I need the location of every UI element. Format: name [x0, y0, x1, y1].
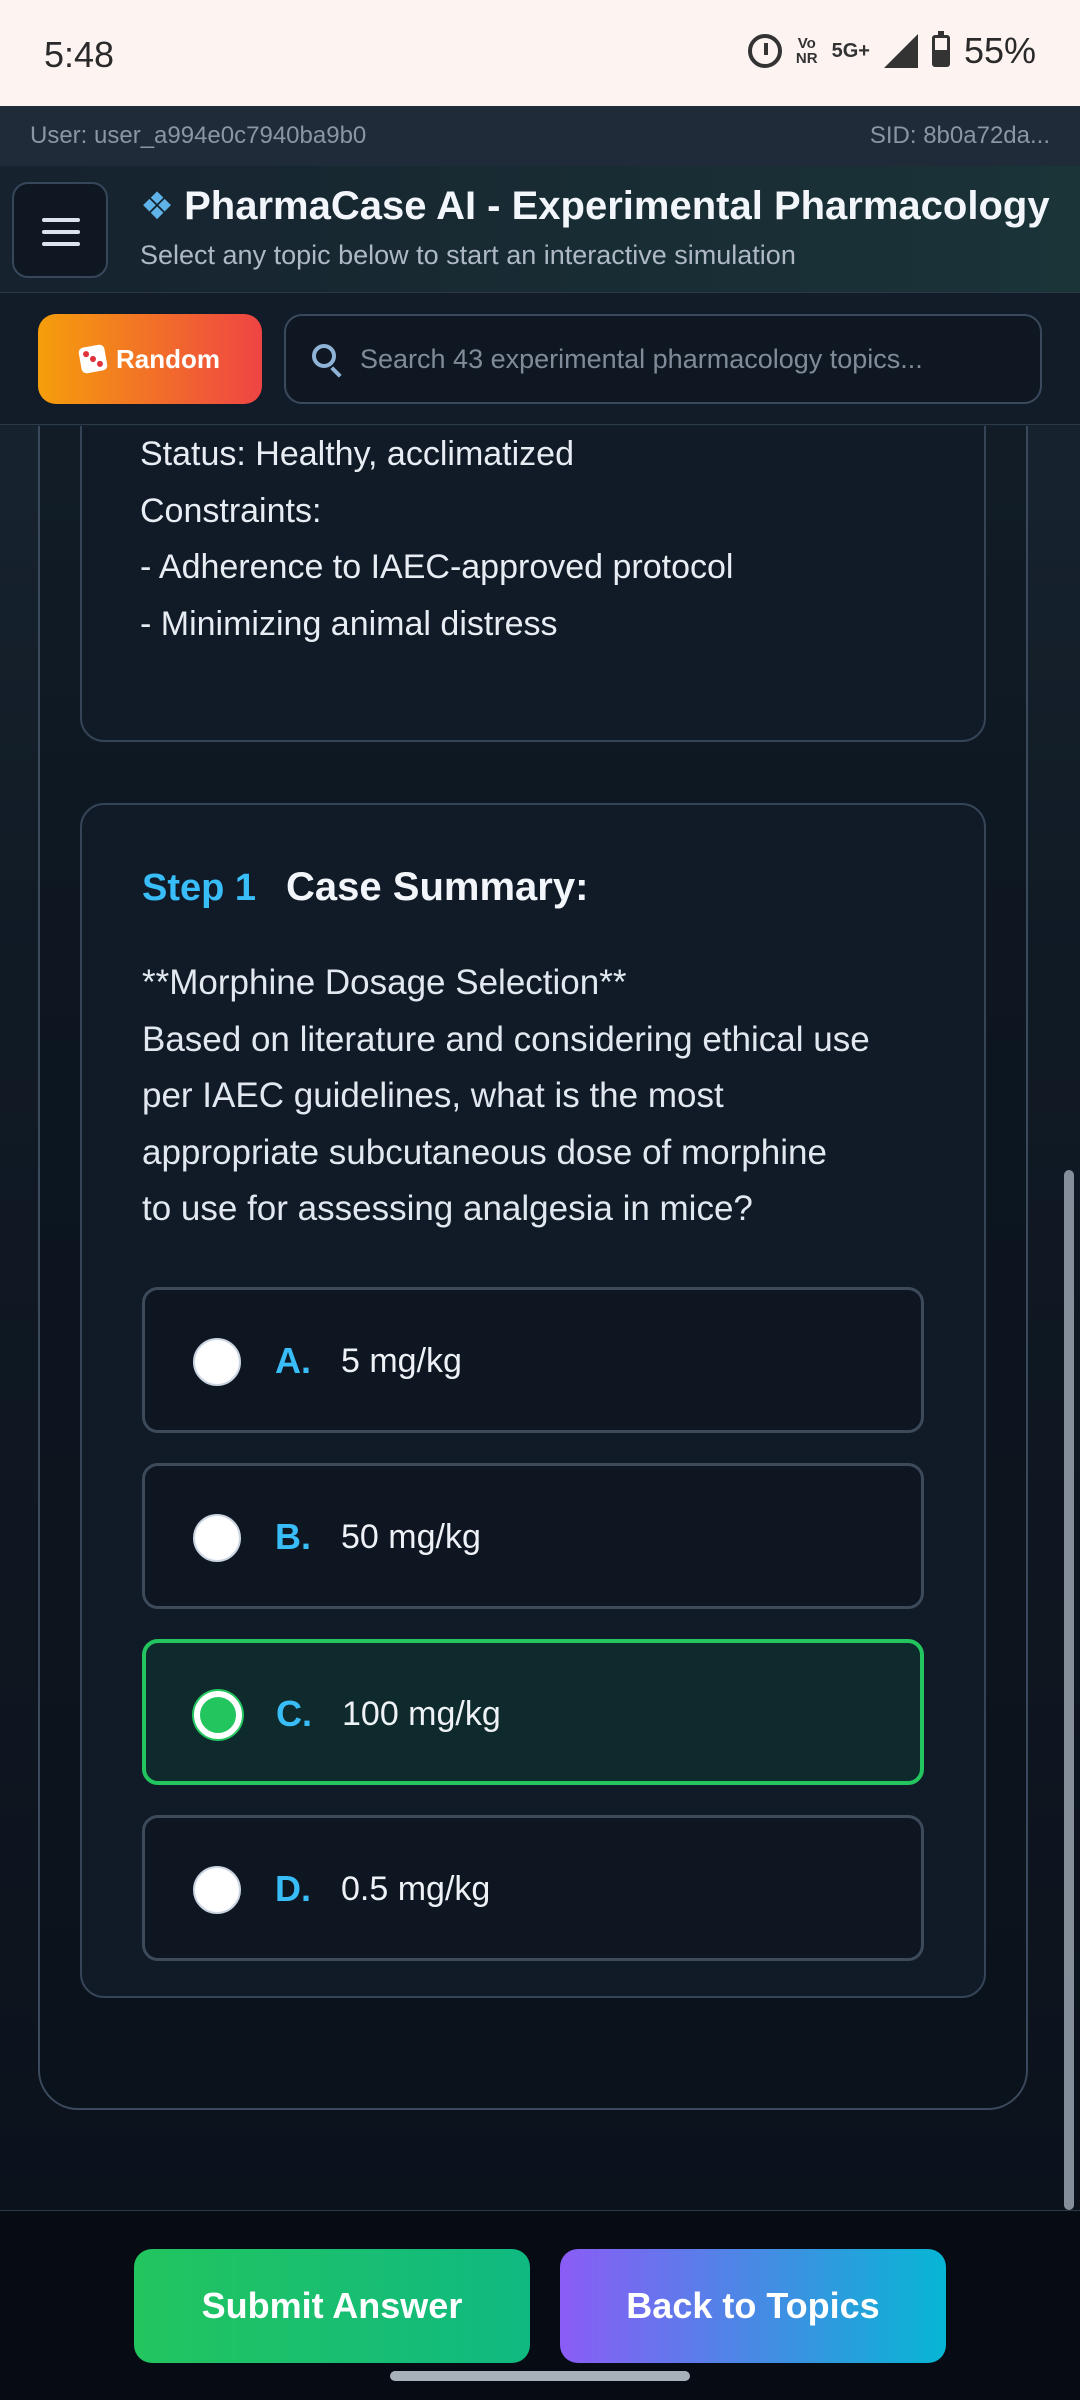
option-a[interactable]: A. 5 mg/kg: [142, 1287, 924, 1433]
question-line: **Morphine Dosage Selection**: [142, 963, 627, 1002]
option-text: 50 mg/kg: [341, 1518, 481, 1556]
battery-percent: 55%: [963, 30, 1036, 71]
question-line: to use for assessing analgesia in mice?: [142, 1189, 753, 1228]
battery-icon: [931, 31, 950, 67]
case-content[interactable]: Status: Healthy, acclimatized Constraint…: [0, 426, 1080, 2210]
question-line: Based on literature and considering ethi…: [142, 1019, 870, 1059]
question-text: **Morphine Dosage Selection** Based on l…: [142, 955, 942, 1238]
menu-button[interactable]: [12, 182, 108, 278]
home-indicator[interactable]: [390, 2371, 690, 2381]
signal-icon: [883, 34, 918, 68]
option-text: 5 mg/kg: [341, 1342, 462, 1380]
scenario-text: Status: Healthy, acclimatized Constraint…: [140, 426, 733, 652]
search-icon: [312, 344, 336, 368]
scenario-line: Constraints:: [140, 491, 322, 530]
random-button[interactable]: Random: [38, 314, 262, 404]
option-letter: D.: [275, 1868, 311, 1909]
submit-answer-button[interactable]: Submit Answer: [134, 2249, 530, 2363]
search-input[interactable]: [360, 316, 1020, 402]
app-title: ❖ PharmaCase AI - Experimental Pharmacolo…: [140, 184, 1050, 228]
app-header: ❖ PharmaCase AI - Experimental Pharmacolo…: [0, 166, 1080, 293]
option-c[interactable]: C. 100 mg/kg: [142, 1639, 924, 1785]
radio-button[interactable]: [193, 1338, 241, 1386]
option-letter: A.: [275, 1340, 311, 1381]
step-header: Step 1 Case Summary:: [142, 865, 588, 910]
question-line: per IAEC guidelines, what is the most: [142, 1076, 724, 1115]
app-subtitle: Select any topic below to start an inter…: [140, 240, 796, 270]
random-label: Random: [116, 343, 220, 374]
paw-icon: ❖: [140, 186, 175, 228]
toolbar: Random: [0, 293, 1080, 425]
option-text: 100 mg/kg: [342, 1695, 501, 1733]
radio-button-selected[interactable]: [194, 1691, 242, 1739]
volte-icon: Vo NR: [795, 35, 818, 67]
scenario-line: - Adherence to IAEC-approved protocol: [140, 548, 734, 586]
scenario-line: Status: Healthy, acclimatized: [140, 435, 574, 473]
radio-button[interactable]: [193, 1866, 241, 1914]
radio-button[interactable]: [193, 1514, 241, 1562]
step-title: Case Summary:: [286, 865, 589, 909]
status-bar: 5:48 Vo NR 5G+ 55%: [0, 0, 1080, 106]
option-b[interactable]: B. 50 mg/kg: [142, 1463, 924, 1609]
scrollbar[interactable]: [1064, 1170, 1074, 2210]
clock: 5:48: [44, 34, 115, 75]
option-d[interactable]: D. 0.5 mg/kg: [142, 1815, 924, 1961]
option-letter: C.: [276, 1693, 312, 1734]
scenario-line: - Minimizing animal distress: [140, 604, 558, 643]
action-bar: Submit Answer Back to Topics: [0, 2210, 1080, 2400]
hamburger-icon: [42, 218, 80, 222]
question-card: Step 1 Case Summary: **Morphine Dosage S…: [80, 803, 986, 1998]
search-box: [284, 314, 1042, 404]
back-to-topics-button[interactable]: Back to Topics: [560, 2249, 946, 2363]
option-letter: B.: [275, 1516, 311, 1557]
session-strip: User: user_a994e0c7940ba9b0 SID: 8b0a72d…: [0, 106, 1080, 166]
step-label: Step 1: [142, 867, 257, 909]
dice-icon: [77, 343, 109, 375]
session-id: SID: 8b0a72da...: [869, 122, 1050, 149]
alarm-icon: [747, 34, 782, 68]
user-id: User: user_a994e0c7940ba9b0: [30, 122, 367, 149]
question-line: appropriate subcutaneous dose of morphin…: [142, 1132, 827, 1172]
network-type: 5G+: [831, 39, 870, 62]
status-icons: Vo NR 5G+ 55%: [747, 30, 1036, 72]
option-text: 0.5 mg/kg: [341, 1870, 491, 1908]
